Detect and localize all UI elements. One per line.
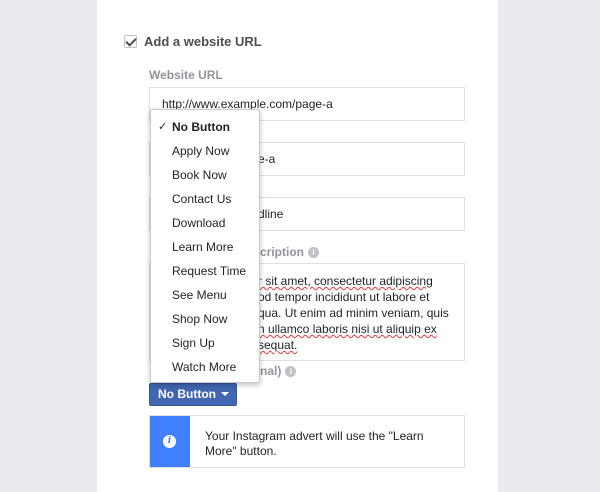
dropdown-item-label: No Button	[172, 120, 230, 134]
dropdown-item-apply-now[interactable]: Apply Now	[151, 139, 259, 163]
dropdown-item-request-time[interactable]: Request Time	[151, 259, 259, 283]
instagram-notice: i Your Instagram advert will use the "Le…	[149, 415, 465, 468]
dropdown-item-label: Sign Up	[172, 336, 215, 350]
description-info-icon[interactable]: i	[308, 247, 319, 258]
dropdown-item-see-menu[interactable]: See Menu	[151, 283, 259, 307]
add-website-url-label: Add a website URL	[144, 34, 262, 49]
dropdown-item-label: Download	[172, 216, 226, 230]
call-to-action-dropdown: ✓ No Button Apply Now Book Now Contact U…	[150, 109, 260, 383]
check-icon: ✓	[158, 121, 168, 133]
call-to-action-button-label: No Button	[158, 387, 216, 401]
dropdown-item-sign-up[interactable]: Sign Up	[151, 331, 259, 355]
dropdown-item-book-now[interactable]: Book Now	[151, 163, 259, 187]
notice-text: Your Instagram advert will use the "Lear…	[205, 429, 424, 458]
call-to-action-label-text: nal)	[260, 364, 282, 378]
dropdown-item-label: Request Time	[172, 264, 247, 278]
description-label: cription i	[260, 245, 319, 259]
dropdown-item-contact-us[interactable]: Contact Us	[151, 187, 259, 211]
dropdown-item-label: Learn More	[172, 240, 234, 254]
dropdown-item-label: Watch More	[172, 360, 237, 374]
call-to-action-label: nal) i	[260, 364, 297, 378]
website-url-label: Website URL	[149, 68, 223, 82]
dropdown-item-label: Contact Us	[172, 192, 232, 206]
caret-down-icon	[220, 392, 229, 396]
dropdown-item-label: Shop Now	[172, 312, 228, 326]
add-website-url-checkbox[interactable]	[124, 35, 137, 48]
description-label-text: cription	[260, 245, 304, 259]
dropdown-item-no-button[interactable]: ✓ No Button	[151, 115, 259, 139]
call-to-action-button[interactable]: No Button	[149, 383, 237, 406]
dropdown-item-label: See Menu	[172, 288, 227, 302]
dropdown-item-watch-more[interactable]: Watch More	[151, 355, 259, 379]
dropdown-item-label: Book Now	[172, 168, 227, 182]
dropdown-item-download[interactable]: Download	[151, 211, 259, 235]
dropdown-item-learn-more[interactable]: Learn More	[151, 235, 259, 259]
dropdown-item-shop-now[interactable]: Shop Now	[151, 307, 259, 331]
notice-accent-bar: i	[150, 416, 190, 467]
dropdown-item-label: Apply Now	[172, 144, 230, 158]
info-icon: i	[163, 435, 176, 448]
call-to-action-info-icon[interactable]: i	[285, 366, 297, 377]
